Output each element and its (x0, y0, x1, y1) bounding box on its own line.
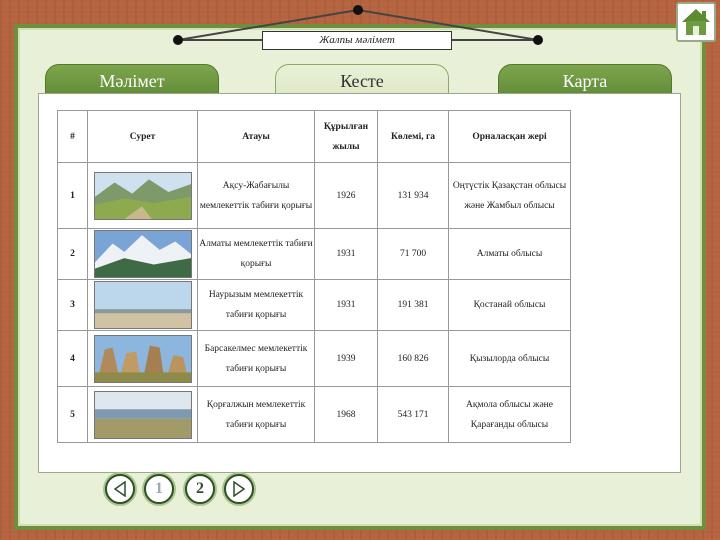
header-location: Орналасқан жері (448, 110, 571, 163)
row-num: 3 (57, 279, 88, 331)
reserves-table: # Сурет Атауы Құрылған жылы Көлемі, га О… (57, 110, 571, 443)
page-2-button[interactable]: 2 (185, 474, 215, 504)
header-num: # (57, 110, 88, 163)
row-name: Барсакелмес мемлекеттік табиғи қорығы (197, 330, 315, 387)
table-row: 4 Барсакелмес мемлекеттік табиғи қорығы … (57, 330, 571, 387)
home-button[interactable] (676, 2, 716, 42)
row-name: Ақсу-Жабағылы мемлекеттік табиғи қорығы (197, 162, 315, 229)
snowy-peaks-image (93, 230, 192, 278)
header-photo: Сурет (87, 110, 198, 163)
row-area: 191 381 (377, 279, 449, 331)
page-1-button[interactable]: 1 (144, 474, 174, 504)
next-button[interactable] (224, 474, 254, 504)
row-area: 131 934 (377, 162, 449, 229)
page-title: Жалпы мәлімет (262, 31, 452, 50)
row-photo (87, 228, 198, 280)
row-num: 5 (57, 386, 88, 443)
header-name: Атауы (197, 110, 315, 163)
triangle-left-icon (113, 481, 126, 497)
mountain-valley-image (93, 171, 192, 220)
row-photo (87, 330, 198, 387)
row-photo (87, 162, 198, 229)
home-icon (682, 9, 710, 35)
row-photo (87, 386, 198, 443)
row-name: Алматы мемлекеттік табиғи қорығы (197, 228, 315, 280)
row-location: Ақмола облысы және Қарағанды облысы (448, 386, 571, 443)
row-area: 160 826 (377, 330, 449, 387)
prev-button[interactable] (105, 474, 135, 504)
row-location: Қызылорда облысы (448, 330, 571, 387)
page-2-label: 2 (196, 480, 204, 497)
row-location: Алматы облысы (448, 228, 571, 280)
row-year: 1931 (314, 228, 378, 280)
row-num: 2 (57, 228, 88, 280)
row-name: Наурызым мемлекеттік табиғи қорығы (197, 279, 315, 331)
content-panel: # Сурет Атауы Құрылған жылы Көлемі, га О… (38, 93, 681, 473)
table-row: 5 Қорғалжын мемлекеттік табиғи қорығы 19… (57, 386, 571, 443)
table-row: 1 Ақсу-Жабағылы мемлекеттік табиғи қорығ… (57, 162, 571, 229)
row-year: 1931 (314, 279, 378, 331)
row-year: 1926 (314, 162, 378, 229)
row-num: 1 (57, 162, 88, 229)
table-row: 3 Наурызым мемлекеттік табиғи қорығы 193… (57, 279, 571, 331)
row-location: Оңтүстік Қазақстан облысы және Жамбыл об… (448, 162, 571, 229)
row-location: Қостанай облысы (448, 279, 571, 331)
table-row: 2 Алматы мемлекеттік табиғи қорығы 1931 … (57, 228, 571, 280)
table-header-row: # Сурет Атауы Құрылған жылы Көлемі, га О… (57, 110, 571, 163)
header-area: Көлемі, га (377, 110, 449, 163)
row-year: 1968 (314, 386, 378, 443)
row-num: 4 (57, 330, 88, 387)
steppe-image (93, 281, 192, 329)
lake-image (93, 390, 192, 439)
row-photo (87, 279, 198, 331)
rock-formations-image (93, 334, 192, 383)
row-area: 543 171 (377, 386, 449, 443)
row-year: 1939 (314, 330, 378, 387)
header-year: Құрылған жылы (314, 110, 378, 163)
triangle-right-icon (233, 481, 246, 497)
row-name: Қорғалжын мемлекеттік табиғи қорығы (197, 386, 315, 443)
row-area: 71 700 (377, 228, 449, 280)
page-1-label: 1 (155, 480, 163, 497)
